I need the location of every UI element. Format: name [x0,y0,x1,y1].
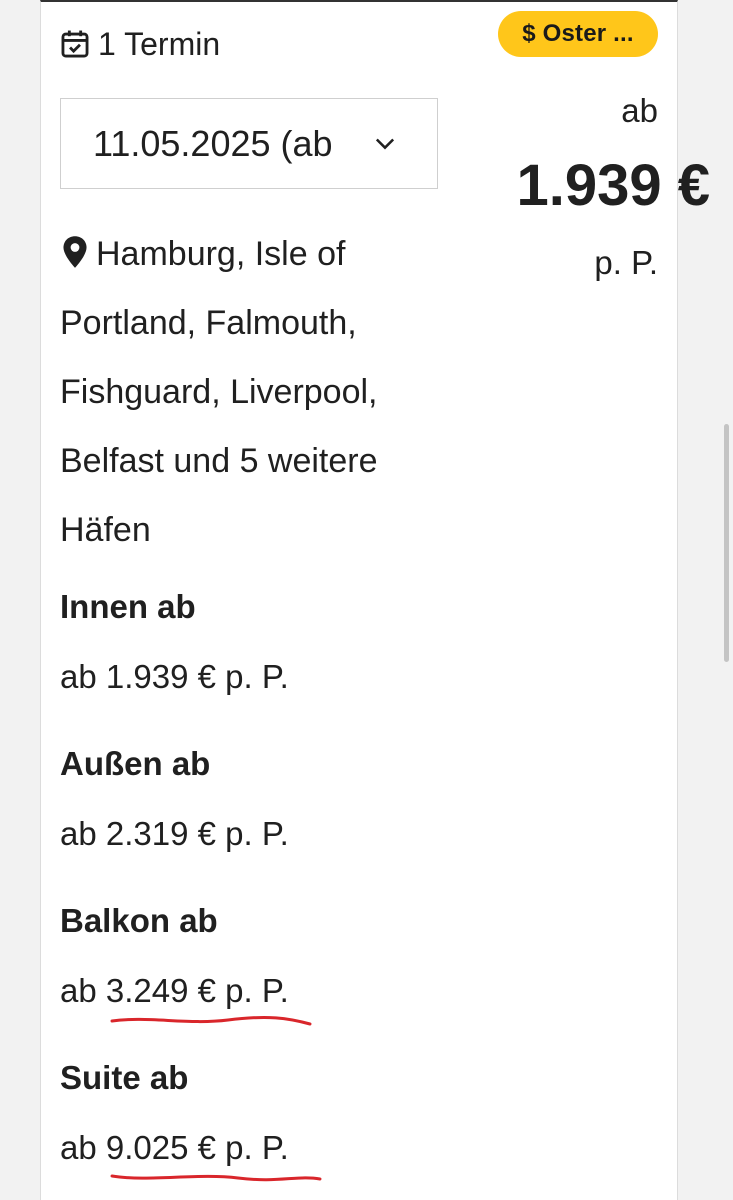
calendar-check-icon [61,30,89,58]
scrollbar[interactable] [724,424,729,662]
cabin-price-suite: ab 9.025 € p. P. [60,1129,289,1166]
cabin-label-balkon: Balkon ab [60,902,218,939]
route-text: Hamburg, Isle of Portland, Falmouth, Fis… [60,235,378,549]
cabin-price-innen: ab 1.939 € p. P. [60,658,289,695]
cabin-label-aussen: Außen ab [60,745,211,782]
chevron-down-icon [375,138,395,150]
cabin-price-balkon: ab 3.249 € p. P. [60,972,289,1009]
termin-count[interactable]: 1 Termin [58,24,220,64]
price-prefix: ab [621,92,658,129]
map-pin-icon [63,236,87,268]
annotation-underline-suite [110,1174,322,1182]
easter-offer-badge[interactable]: $ Oster ... [498,11,658,57]
price-suffix: p. P. [594,244,658,281]
date-select[interactable]: 11.05.2025 (ab [60,98,438,189]
route-ports: Hamburg, Isle of Portland, Falmouth, Fis… [60,220,420,565]
price-amount: 1.939 € [516,153,710,218]
date-select-value: 11.05.2025 (ab [93,123,333,164]
termin-label: 1 Termin [98,25,221,62]
cabin-label-innen: Innen ab [60,588,196,625]
cabin-label-suite: Suite ab [60,1059,189,1096]
annotation-underline-balkon [110,1016,312,1026]
cabin-price-aussen: ab 2.319 € p. P. [60,815,289,852]
